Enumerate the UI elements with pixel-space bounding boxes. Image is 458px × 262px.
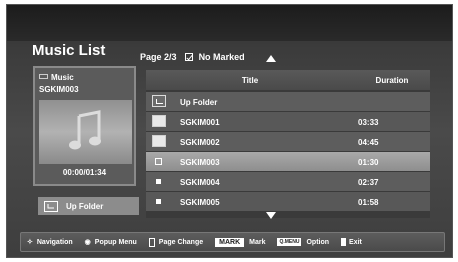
row-title: SGKIM004 <box>180 178 220 187</box>
scroll-up-arrow-icon[interactable] <box>266 55 276 62</box>
up-folder-icon <box>152 95 166 107</box>
list-rows: Up Folder SGKIM001 03:33 SGKIM002 04:45 … <box>146 92 430 212</box>
page-info: Page 2/3 No Marked <box>140 52 245 62</box>
help-popup-menu-label: Popup Menu <box>94 238 137 246</box>
list-row[interactable]: SGKIM002 04:45 <box>146 132 430 152</box>
help-page-change-label: Page Change <box>158 238 204 246</box>
list-row-up-folder[interactable]: Up Folder <box>146 92 430 112</box>
info-item-name: SGKIM003 <box>39 85 79 94</box>
up-folder-button[interactable]: Up Folder <box>38 197 139 215</box>
row-title: SGKIM003 <box>180 158 220 167</box>
help-exit-label: Exit <box>349 238 362 246</box>
scroll-down-arrow-icon[interactable] <box>266 212 276 219</box>
page-number: Page 2/3 <box>140 52 177 62</box>
music-note-icon <box>69 110 101 150</box>
list-row[interactable]: SGKIM001 03:33 <box>146 112 430 132</box>
list-row[interactable]: SGKIM004 02:37 <box>146 172 430 192</box>
help-exit: Exit <box>341 238 362 246</box>
navigation-arrows-icon: ✧ <box>27 239 33 246</box>
help-option: Q.MENU Option <box>277 238 329 246</box>
row-title: SGKIM002 <box>180 138 220 147</box>
row-duration: 03:33 <box>358 118 379 127</box>
file-icon <box>156 179 161 184</box>
list-header: Title Duration <box>146 70 430 90</box>
music-category-icon <box>39 74 48 79</box>
file-icon <box>156 199 161 204</box>
mark-key-icon: MARK <box>215 237 245 247</box>
list-row[interactable]: SGKIM005 01:58 <box>146 192 430 212</box>
qmenu-key-icon: Q.MENU <box>277 238 302 246</box>
column-header-duration: Duration <box>375 76 409 85</box>
row-duration: 01:58 <box>358 198 379 207</box>
info-category: Music <box>51 73 74 82</box>
row-duration: 02:37 <box>358 178 379 187</box>
help-page-change: Page Change <box>148 237 204 247</box>
row-title: Up Folder <box>180 98 218 107</box>
row-title: SGKIM001 <box>180 118 220 127</box>
folder-icon <box>152 135 166 147</box>
help-navigation: ✧ Navigation <box>27 238 73 247</box>
up-folder-button-label: Up Folder <box>66 201 104 211</box>
enter-button-icon: ◉ <box>84 239 91 246</box>
info-header: Music SGKIM003 <box>39 72 79 96</box>
help-popup-menu: ◉ Popup Menu <box>84 238 137 247</box>
page-change-icon <box>148 237 155 247</box>
help-bar: ✧ Navigation ◉ Popup Menu Page Change MA… <box>20 232 445 252</box>
marked-checkbox-icon <box>185 53 194 61</box>
folder-icon <box>152 115 166 127</box>
column-header-title: Title <box>241 76 259 85</box>
exit-key-icon <box>341 238 347 246</box>
help-mark-label: Mark <box>249 238 266 246</box>
marked-status: No Marked <box>198 52 245 62</box>
up-folder-icon <box>44 200 58 212</box>
help-option-label: Option <box>306 238 330 246</box>
list-row-selected[interactable]: SGKIM003 01:30 <box>146 152 430 172</box>
page-title: Music List <box>32 42 106 59</box>
help-mark: MARK Mark <box>215 237 266 247</box>
playback-time: 00:00/01:34 <box>62 168 107 177</box>
music-list: Title Duration Up Folder SGKIM001 03:33 … <box>146 70 430 218</box>
top-band <box>7 5 452 41</box>
help-navigation-label: Navigation <box>36 238 73 246</box>
row-title: SGKIM005 <box>180 198 220 207</box>
row-duration: 01:30 <box>358 158 379 167</box>
row-duration: 04:45 <box>358 138 379 147</box>
music-thumbnail <box>39 100 132 164</box>
checkbox-icon[interactable] <box>155 158 162 165</box>
info-panel: Music SGKIM003 00:00/01:34 <box>33 66 136 186</box>
